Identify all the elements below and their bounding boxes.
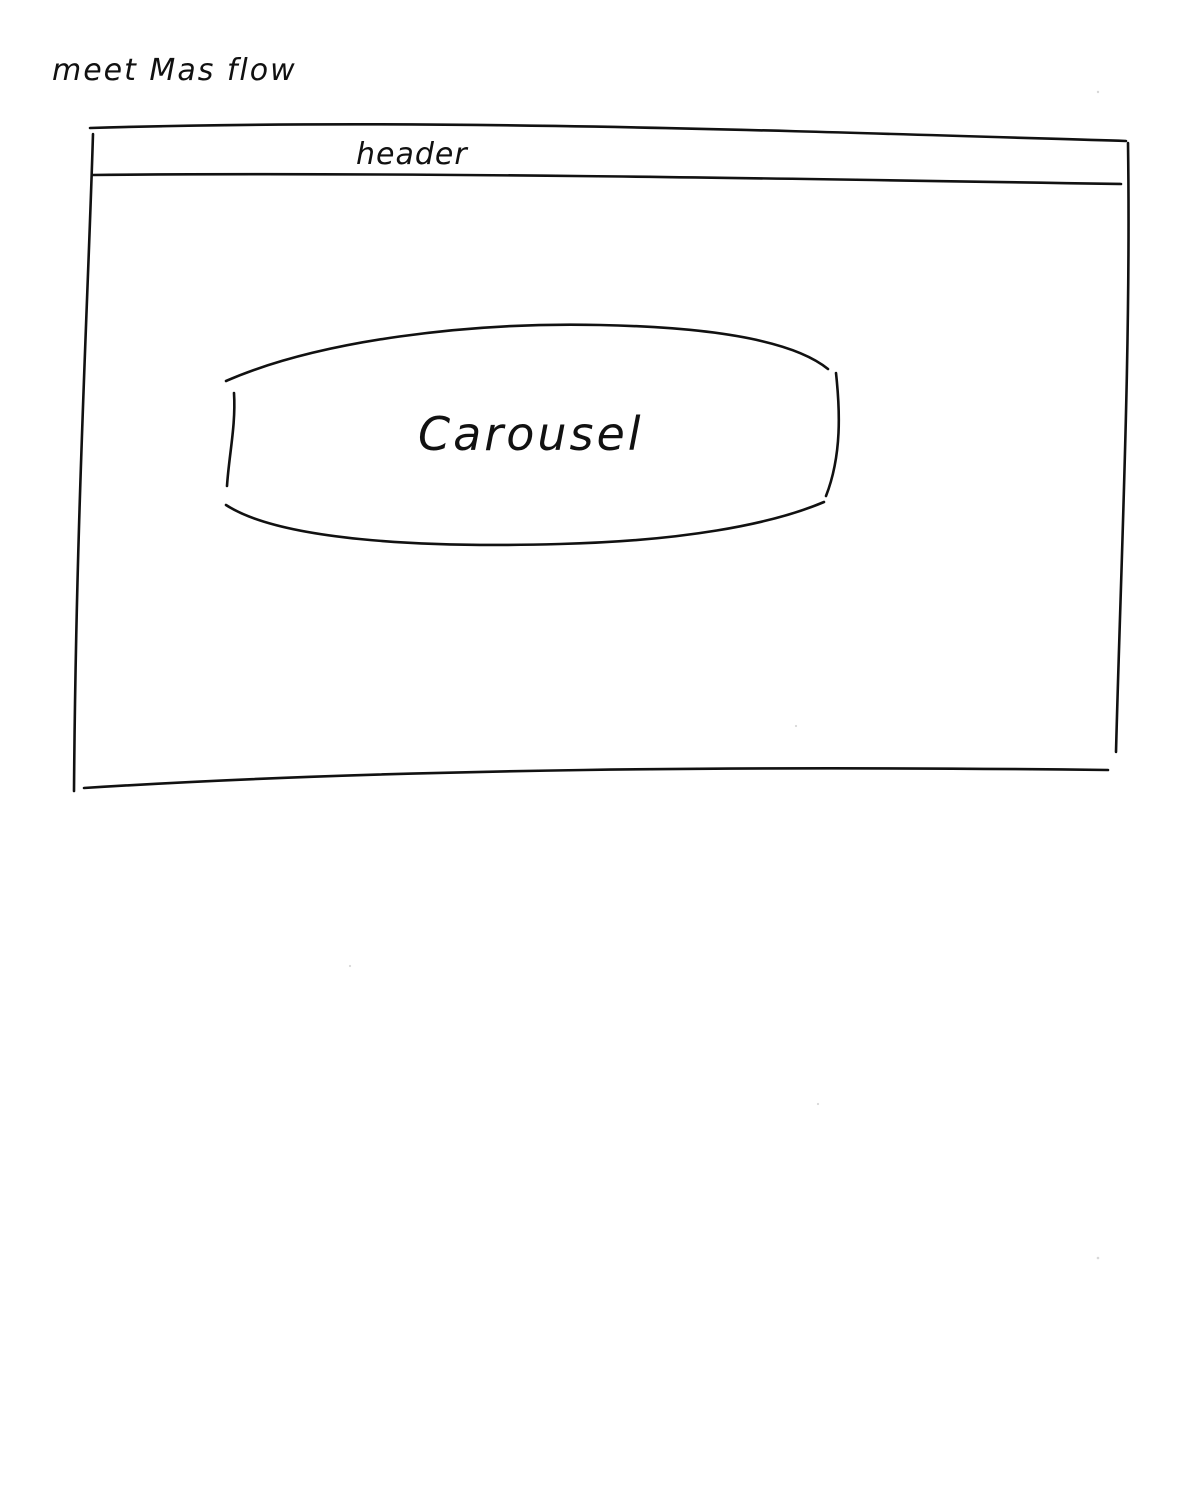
sketch-sheet: meet Mas flow header Carousel: [0, 0, 1200, 1500]
wireframe-sketch: meet Mas flow header Carousel: [52, 53, 1130, 1260]
header-divider: [90, 172, 1123, 186]
paper-speck: [348, 964, 352, 968]
frame-bottom-edge: [82, 767, 1110, 790]
carousel-right-bracket: [824, 371, 841, 498]
frame-top-edge: [88, 122, 1128, 143]
carousel-left-bracket: [225, 391, 236, 488]
paper-speck: [816, 1102, 820, 1106]
frame-left-edge: [72, 132, 95, 793]
carousel-top-arc: [224, 323, 830, 383]
paper-speck: [1096, 90, 1100, 94]
carousel-bottom-arc: [224, 500, 826, 547]
paper-speck: [794, 724, 798, 728]
header-label: header: [356, 137, 468, 172]
page-title: meet Mas flow: [52, 53, 297, 88]
paper-speck: [1096, 1256, 1100, 1260]
frame-right-edge: [1114, 141, 1130, 754]
carousel-label: Carousel: [418, 407, 644, 461]
